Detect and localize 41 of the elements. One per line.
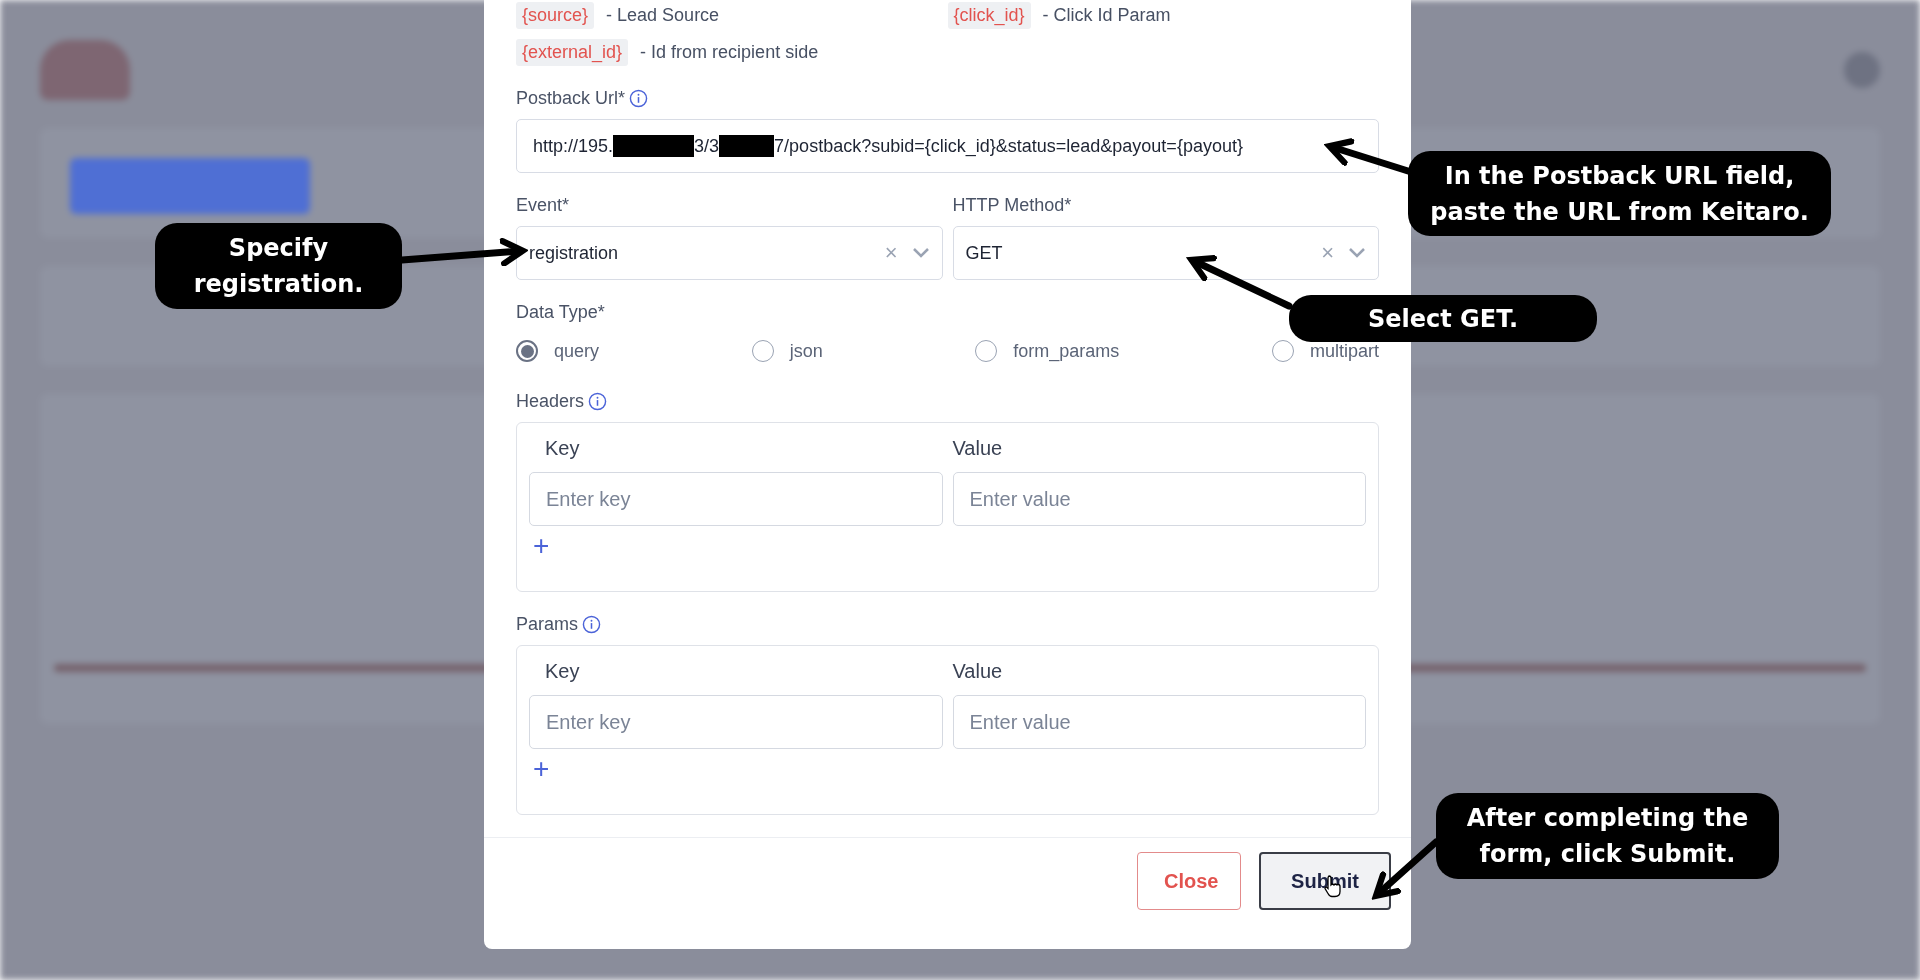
radio-label[interactable]: json — [789, 340, 823, 362]
radio-label[interactable]: multipart — [1309, 340, 1379, 362]
chevron-down-icon[interactable] — [911, 247, 930, 259]
value-input[interactable]: Enter value — [952, 695, 1366, 749]
instruction-callout: After completing the form, click Submit. — [1436, 793, 1779, 879]
radio-label[interactable]: form_params — [1013, 340, 1120, 362]
column-label: Key — [545, 660, 580, 683]
variable-description: - Lead Source — [606, 5, 720, 26]
select-field[interactable]: GET × — [952, 226, 1379, 280]
field-label: Postback Url* — [516, 88, 626, 109]
field-label: Data Type* — [516, 302, 605, 323]
key-input[interactable]: Enter key — [529, 695, 943, 749]
variable-token: {source} — [516, 2, 595, 29]
add-button[interactable]: + — [529, 532, 554, 560]
value-input[interactable]: Enter value — [952, 472, 1366, 526]
instruction-callout: Specify registration. — [155, 223, 402, 309]
instruction-callout: In the Postback URL field, paste the URL from Keitaro. — [1408, 151, 1831, 236]
section-label: Params — [516, 614, 578, 635]
add-button[interactable]: + — [529, 755, 554, 783]
instruction-callout: Select GET. — [1289, 295, 1597, 342]
info-icon[interactable] — [588, 392, 608, 411]
close-button[interactable]: Close — [1137, 852, 1241, 910]
variable-description: - Id from recipient side — [640, 42, 819, 63]
select-field[interactable]: registration × — [516, 226, 943, 280]
column-label: Key — [545, 437, 580, 460]
redaction-bar — [719, 135, 775, 157]
variable-token: {click_id} — [947, 2, 1031, 29]
variable-token: {external_id} — [516, 39, 629, 66]
field-label: HTTP Method* — [952, 195, 1072, 216]
section-label: Headers — [516, 391, 585, 412]
column-label: Value — [952, 437, 1003, 460]
variable-description: - Click Id Param — [1042, 5, 1171, 26]
radio-label[interactable]: query — [554, 340, 600, 362]
info-icon[interactable] — [629, 89, 649, 108]
url-field[interactable]: http://195. 3/3 7/postback?subid={click_id}&status=lead&payout={payout} — [516, 119, 1379, 173]
field-label: Event* — [516, 195, 570, 216]
chevron-down-icon[interactable] — [1348, 247, 1366, 259]
key-input[interactable]: Enter key — [529, 472, 943, 526]
radio-button[interactable] — [516, 340, 538, 362]
column-label: Value — [952, 660, 1003, 683]
info-icon[interactable] — [582, 615, 601, 634]
